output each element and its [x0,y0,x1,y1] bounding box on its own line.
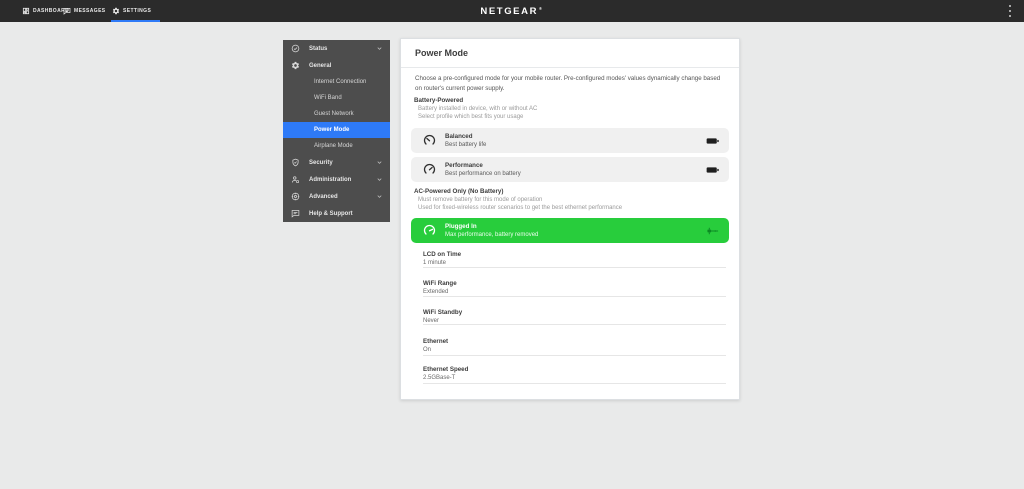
dashboard-icon [22,7,30,15]
settings-sidebar: Status General Internet Connection WiFi … [283,40,390,222]
sidebar-item-label: Power Mode [314,127,349,133]
sidebar-item-label: Status [309,46,327,52]
field-value: On [423,347,431,353]
ac-section-note: Used for fixed-wireless router scenarios… [418,205,622,211]
sidebar-item-label: General [309,63,331,69]
brand-text: NETGEAR [480,6,538,17]
tab-label: SETTINGS [123,8,151,14]
gear-icon [112,7,120,15]
option-subtitle: Best battery life [445,142,486,148]
field-label: LCD on Time [423,251,461,258]
sidebar-item-label: Guest Network [314,111,354,117]
chevron-down-icon [376,159,383,166]
sidebar-item-label: WiFi Band [314,95,342,101]
gauge-low-icon [423,134,436,147]
panel-header: Power Mode [401,39,739,68]
messages-icon [63,7,71,15]
option-subtitle: Max performance, battery removed [445,232,538,238]
tab-settings[interactable]: SETTINGS [112,0,151,22]
field-value: 2.5GBase-T [423,375,455,381]
battery-section-heading: Battery-Powered [414,97,463,104]
sidebar-item-label: Security [309,160,333,166]
gauge-max-icon [423,224,436,237]
help-chat-icon [291,209,300,218]
field-ethernet[interactable]: Ethernet On [401,332,741,356]
kebab-menu-icon[interactable] [1006,5,1014,17]
shield-icon [291,158,300,167]
sidebar-item-internet-connection[interactable]: Internet Connection [283,74,390,90]
active-tab-indicator [111,20,160,22]
chevron-down-icon [376,45,383,52]
divider [423,355,726,356]
sidebar-item-administration[interactable]: Administration [283,171,390,188]
sidebar-item-airplane-mode[interactable]: Airplane Mode [283,138,390,154]
netgear-logo: NETGEAR® [480,0,543,22]
ac-section-note: Must remove battery for this mode of ope… [418,197,542,203]
gear-icon [291,61,300,70]
sidebar-item-advanced[interactable]: Advanced [283,188,390,205]
top-navigation-bar: DASHBOARD MESSAGES SETTINGS NETGEAR® [0,0,1024,22]
field-label: WiFi Standby [423,309,462,316]
advanced-settings-icon [291,192,300,201]
divider [423,383,726,384]
option-title: Performance [445,162,483,169]
sidebar-item-label: Advanced [309,194,338,200]
power-plug-icon [706,227,719,235]
divider [423,324,726,325]
power-option-balanced[interactable]: Balanced Best battery life [411,128,729,153]
sidebar-item-label: Internet Connection [314,79,366,85]
sidebar-item-label: Airplane Mode [314,143,353,149]
battery-section-note: Battery installed in device, with or wit… [418,106,537,112]
sidebar-item-power-mode[interactable]: Power Mode [283,122,390,138]
sidebar-item-security[interactable]: Security [283,154,390,171]
sidebar-item-guest-network[interactable]: Guest Network [283,106,390,122]
option-subtitle: Best performance on battery [445,171,521,177]
power-option-plugged-in[interactable]: Plugged In Max performance, battery remo… [411,218,729,243]
page-title: Power Mode [415,48,468,58]
sidebar-item-wifi-band[interactable]: WiFi Band [283,90,390,106]
sidebar-item-label: Help & Support [309,211,353,217]
field-ethernet-speed[interactable]: Ethernet Speed 2.5GBase-T [401,360,741,384]
option-title: Plugged In [445,223,477,230]
page-description: Choose a pre-configured mode for your mo… [415,74,727,93]
field-label: Ethernet [423,338,448,345]
field-value: 1 minute [423,260,446,266]
battery-icon [706,166,719,174]
power-option-performance[interactable]: Performance Best performance on battery [411,157,729,182]
field-value: Extended [423,289,448,295]
status-check-circle-icon [291,44,300,53]
sidebar-item-general[interactable]: General [283,57,390,74]
page: DASHBOARD MESSAGES SETTINGS NETGEAR® [0,0,1024,489]
option-title: Balanced [445,133,473,140]
divider [423,267,726,268]
chevron-down-icon [376,176,383,183]
divider [423,296,726,297]
battery-icon [706,137,719,145]
sidebar-item-help-support[interactable]: Help & Support [283,205,390,222]
chevron-down-icon [376,193,383,200]
sidebar-item-status[interactable]: Status [283,40,390,57]
admin-person-icon [291,175,300,184]
field-lcd-on-time[interactable]: LCD on Time 1 minute [401,245,741,268]
tab-label: MESSAGES [74,8,106,14]
sidebar-item-label: Administration [309,177,351,183]
field-label: Ethernet Speed [423,366,468,373]
battery-section-note: Select profile which best fits your usag… [418,114,523,120]
gauge-high-icon [423,163,436,176]
power-mode-panel: Power Mode Choose a pre-configured mode … [400,38,740,400]
registered-mark: ® [539,6,544,11]
tab-messages[interactable]: MESSAGES [63,0,106,22]
field-label: WiFi Range [423,280,457,287]
field-wifi-standby[interactable]: WiFi Standby Never [401,303,741,325]
ac-section-heading: AC-Powered Only (No Battery) [414,188,503,195]
field-wifi-range[interactable]: WiFi Range Extended [401,274,741,297]
